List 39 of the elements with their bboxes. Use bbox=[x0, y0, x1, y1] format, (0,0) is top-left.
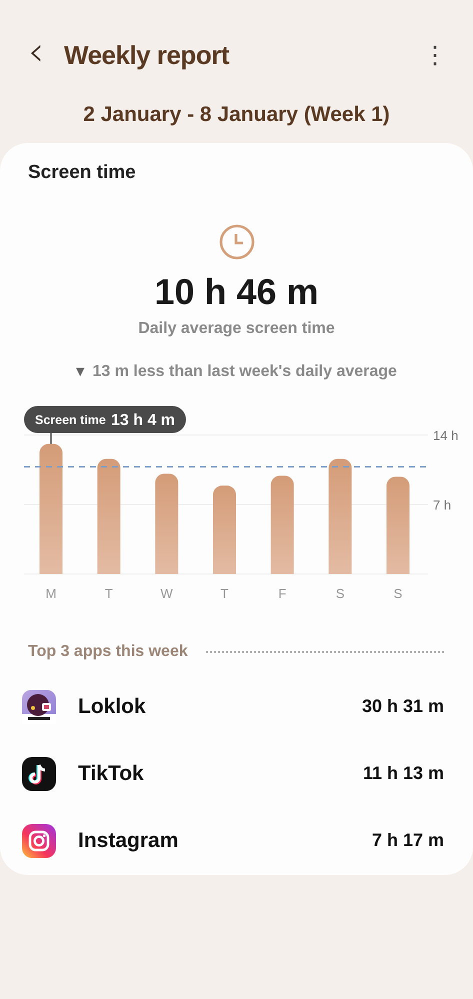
day-label: T bbox=[104, 586, 113, 601]
bar[interactable] bbox=[40, 444, 62, 574]
page-title: Weekly report bbox=[64, 40, 230, 70]
tooltip-label: Screen time bbox=[35, 413, 106, 427]
day-label: M bbox=[46, 586, 56, 601]
down-arrow-icon: ▼ bbox=[76, 361, 85, 383]
app-name[interactable]: TikTok bbox=[78, 762, 363, 786]
bar[interactable] bbox=[155, 474, 178, 574]
axis-label: 7 h bbox=[433, 498, 452, 512]
bar[interactable] bbox=[213, 486, 236, 574]
leader-line bbox=[50, 432, 52, 444]
clock-icon bbox=[218, 224, 254, 260]
axis-label: 14 h bbox=[433, 428, 458, 443]
comparison-text: 13 m less than last week's daily average bbox=[92, 362, 397, 382]
day-label: S bbox=[336, 586, 344, 601]
day-label: S bbox=[394, 586, 402, 601]
camera-icon bbox=[22, 824, 56, 858]
app-name[interactable]: Instagram bbox=[78, 828, 372, 852]
bar[interactable] bbox=[386, 476, 410, 574]
bar[interactable] bbox=[270, 476, 294, 574]
more-options-button[interactable]: ⋮ bbox=[419, 40, 451, 70]
bar[interactable] bbox=[97, 458, 120, 574]
day-label: T bbox=[220, 586, 228, 601]
day-label: W bbox=[160, 586, 173, 601]
app-name[interactable]: Loklok bbox=[78, 694, 362, 718]
usage-time: 7 h 17 m bbox=[372, 830, 444, 851]
date-range: 2 January - 8 January (Week 1) bbox=[83, 102, 390, 128]
day-label: F bbox=[278, 586, 286, 601]
section-heading: Screen time bbox=[28, 161, 136, 185]
average-time: 10 h 46 m bbox=[154, 270, 319, 314]
average-caption: Daily average screen time bbox=[138, 319, 335, 339]
section-heading: Top 3 apps this week bbox=[28, 642, 188, 662]
usage-time: 30 h 31 m bbox=[362, 696, 444, 717]
usage-time: 11 h 13 m bbox=[362, 763, 444, 784]
tooltip-value: 13 h 4 m bbox=[111, 412, 176, 429]
bar[interactable] bbox=[328, 458, 352, 574]
music-note-icon bbox=[22, 756, 56, 790]
back-button[interactable]: ‹ bbox=[22, 32, 50, 72]
app-icon bbox=[22, 690, 56, 724]
